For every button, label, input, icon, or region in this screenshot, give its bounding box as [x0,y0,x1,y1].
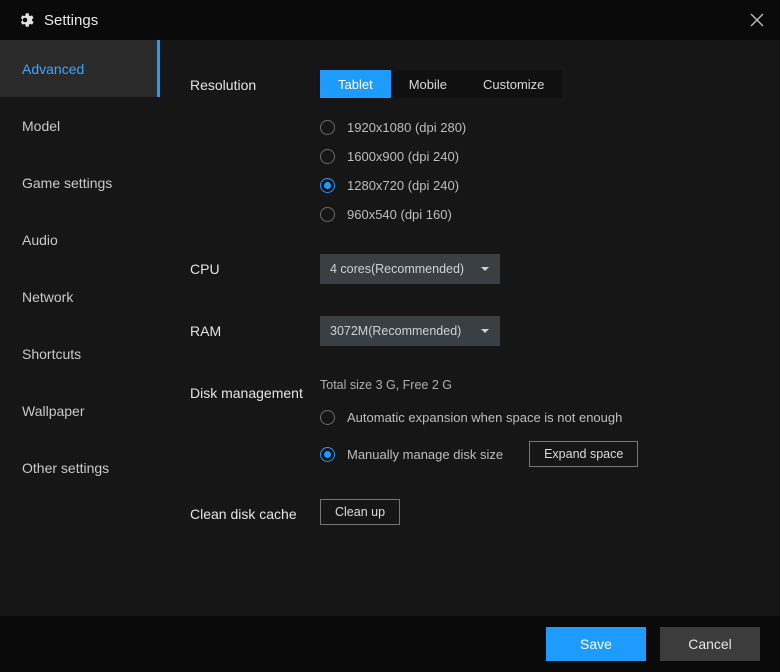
chevron-down-icon [480,264,490,274]
expand-space-button[interactable]: Expand space [529,441,638,467]
sidebar-item-model[interactable]: Model [0,97,160,154]
sidebar-item-label: Audio [22,232,58,248]
radio-label: Automatic expansion when space is not en… [347,410,622,425]
radio-label: 1280x720 (dpi 240) [347,178,459,193]
cpu-select[interactable]: 4 cores(Recommended) [320,254,500,284]
gear-icon [16,11,34,29]
ram-select-value: 3072M(Recommended) [330,324,461,338]
resolution-option-1920[interactable]: 1920x1080 (dpi 280) [320,120,750,135]
sidebar-item-label: Game settings [22,175,112,191]
sidebar: Advanced Model Game settings Audio Netwo… [0,40,160,616]
resolution-label: Resolution [190,70,320,94]
ram-label: RAM [190,316,320,340]
disk-option-auto[interactable]: Automatic expansion when space is not en… [320,410,750,425]
sidebar-item-network[interactable]: Network [0,268,160,325]
footer: Save Cancel [0,616,780,672]
sidebar-item-shortcuts[interactable]: Shortcuts [0,325,160,382]
radio-icon [320,149,335,164]
sidebar-item-audio[interactable]: Audio [0,211,160,268]
sidebar-item-game-settings[interactable]: Game settings [0,154,160,211]
titlebar: Settings [0,0,780,40]
disk-info: Total size 3 G, Free 2 G [320,378,750,392]
sidebar-item-advanced[interactable]: Advanced [0,40,160,97]
resolution-option-1600[interactable]: 1600x900 (dpi 240) [320,149,750,164]
sidebar-item-label: Model [22,118,60,134]
sidebar-item-label: Shortcuts [22,346,81,362]
tab-tablet[interactable]: Tablet [320,70,391,98]
cancel-button[interactable]: Cancel [660,627,760,661]
tab-customize[interactable]: Customize [465,70,562,98]
ram-select[interactable]: 3072M(Recommended) [320,316,500,346]
radio-icon [320,410,335,425]
radio-label: 1600x900 (dpi 240) [347,149,459,164]
sidebar-item-label: Advanced [22,61,84,77]
sidebar-item-label: Wallpaper [22,403,85,419]
sidebar-item-label: Other settings [22,460,109,476]
radio-icon [320,178,335,193]
disk-label: Disk management [190,378,320,402]
tab-mobile[interactable]: Mobile [391,70,465,98]
radio-label: 1920x1080 (dpi 280) [347,120,466,135]
disk-option-manual[interactable]: Manually manage disk size Expand space [320,441,750,467]
window-title: Settings [44,12,98,29]
radio-icon [320,120,335,135]
sidebar-item-other-settings[interactable]: Other settings [0,439,160,496]
radio-label: 960x540 (dpi 160) [347,207,452,222]
resolution-options: 1920x1080 (dpi 280) 1600x900 (dpi 240) 1… [320,120,750,222]
cpu-label: CPU [190,254,320,278]
radio-label: Manually manage disk size [347,447,503,462]
clean-cache-label: Clean disk cache [190,499,320,523]
close-icon[interactable] [750,13,764,27]
radio-icon [320,207,335,222]
chevron-down-icon [480,326,490,336]
resolution-tabs: Tablet Mobile Customize [320,70,562,98]
radio-icon [320,447,335,462]
sidebar-item-label: Network [22,289,73,305]
clean-up-button[interactable]: Clean up [320,499,400,525]
cpu-select-value: 4 cores(Recommended) [330,262,464,276]
resolution-option-1280[interactable]: 1280x720 (dpi 240) [320,178,750,193]
save-button[interactable]: Save [546,627,646,661]
sidebar-item-wallpaper[interactable]: Wallpaper [0,382,160,439]
resolution-option-960[interactable]: 960x540 (dpi 160) [320,207,750,222]
content: Resolution Tablet Mobile Customize 1920x… [160,40,780,616]
